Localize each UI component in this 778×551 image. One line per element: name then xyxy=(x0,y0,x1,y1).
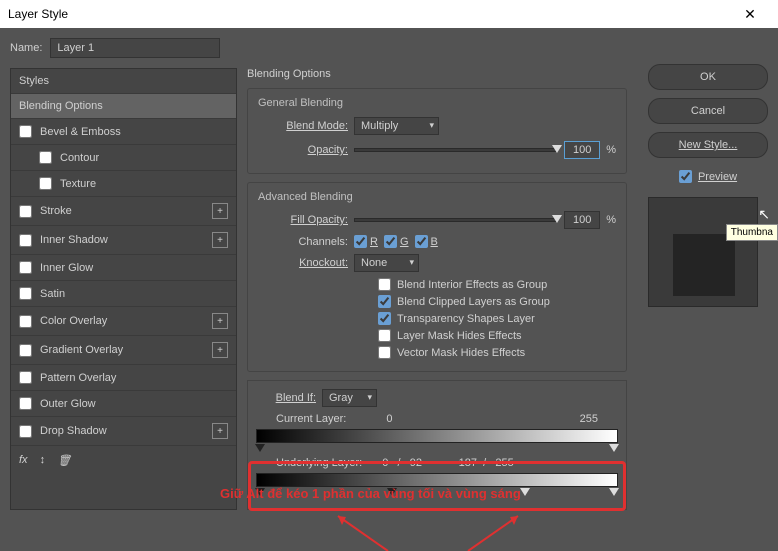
underlying-layer-label: Underlying Layer: xyxy=(276,457,362,469)
fill-unit: % xyxy=(606,214,616,226)
window-title: Layer Style xyxy=(8,7,68,21)
style-item-gradient-overlay[interactable]: Gradient Overlay+ xyxy=(11,336,236,365)
chk-interior[interactable]: Blend Interior Effects as Group xyxy=(378,278,616,291)
style-item-texture[interactable]: Texture xyxy=(11,171,236,197)
fx-menu[interactable]: fx xyxy=(19,454,28,467)
style-item-pattern-overlay[interactable]: Pattern Overlay xyxy=(11,365,236,391)
blending-options-panel: Blending Options General Blending Blend … xyxy=(247,68,627,510)
channels-label: Channels: xyxy=(258,236,348,248)
styles-panel: Styles Blending OptionsBevel & EmbossCon… xyxy=(10,68,237,510)
style-item-bevel-emboss[interactable]: Bevel & Emboss xyxy=(11,119,236,145)
knockout-dropdown[interactable]: None xyxy=(354,254,419,272)
general-blending-title: General Blending xyxy=(258,97,616,109)
name-label: Name: xyxy=(10,42,42,54)
knockout-label: Knockout: xyxy=(258,257,348,269)
opacity-unit: % xyxy=(606,144,616,156)
advanced-blending-group: Advanced Blending Fill Opacity: % Channe… xyxy=(247,182,627,372)
add-icon[interactable]: + xyxy=(212,342,228,358)
opacity-slider[interactable] xyxy=(354,148,558,152)
style-item-contour[interactable]: Contour xyxy=(11,145,236,171)
cancel-button[interactable]: Cancel xyxy=(648,98,768,124)
current-low: 0 xyxy=(386,413,392,425)
chk-vectormask[interactable]: Vector Mask Hides Effects xyxy=(378,346,616,359)
chk-transparency[interactable]: Transparency Shapes Layer xyxy=(378,312,616,325)
tooltip: Thumbna xyxy=(726,224,778,241)
close-button[interactable]: ✕ xyxy=(730,6,770,23)
chk-clipped[interactable]: Blend Clipped Layers as Group xyxy=(378,295,616,308)
underlying-values: 0 / 92 187 / 255 xyxy=(382,457,513,469)
current-layer-label: Current Layer: xyxy=(276,413,346,425)
channel-g[interactable]: G xyxy=(384,235,409,248)
blend-mode-dropdown[interactable]: Multiply xyxy=(354,117,439,135)
opacity-label: Opacity: xyxy=(258,144,348,156)
section-title: Blending Options xyxy=(247,68,627,80)
underlying-layer-slider[interactable] xyxy=(256,473,618,487)
current-high: 255 xyxy=(580,413,598,425)
blend-mode-label: Blend Mode: xyxy=(258,120,348,132)
current-layer-slider[interactable] xyxy=(256,429,618,443)
add-icon[interactable]: + xyxy=(212,313,228,329)
annotation-text: Giữ Alt để kéo 1 phần của vùng tối và vù… xyxy=(220,486,521,501)
style-item-stroke[interactable]: Stroke+ xyxy=(11,197,236,226)
style-item-drop-shadow[interactable]: Drop Shadow+ xyxy=(11,417,236,446)
opacity-input[interactable] xyxy=(564,141,600,159)
channel-b[interactable]: B xyxy=(415,235,438,248)
advanced-blending-title: Advanced Blending xyxy=(258,191,616,203)
trash-icon[interactable]: 🗑 xyxy=(57,454,71,467)
right-panel: OK Cancel New Style... Preview xyxy=(648,64,768,307)
blend-if-dropdown[interactable]: Gray xyxy=(322,389,377,407)
arrows-icon[interactable]: ↕ xyxy=(40,454,46,467)
add-icon[interactable]: + xyxy=(212,232,228,248)
fill-opacity-label: Fill Opacity: xyxy=(258,214,348,226)
style-item-satin[interactable]: Satin xyxy=(11,281,236,307)
title-bar: Layer Style ✕ xyxy=(0,0,778,28)
preview-thumbnail xyxy=(648,197,758,307)
new-style-button[interactable]: New Style... xyxy=(648,132,768,158)
chk-layermask[interactable]: Layer Mask Hides Effects xyxy=(378,329,616,342)
style-item-color-overlay[interactable]: Color Overlay+ xyxy=(11,307,236,336)
general-blending-group: General Blending Blend Mode: Multiply Op… xyxy=(247,88,627,174)
fill-opacity-slider[interactable] xyxy=(354,218,558,222)
style-item-outer-glow[interactable]: Outer Glow xyxy=(11,391,236,417)
add-icon[interactable]: + xyxy=(212,423,228,439)
layer-name-input[interactable] xyxy=(50,38,220,58)
cursor-icon: ↖ xyxy=(758,206,770,223)
style-item-inner-shadow[interactable]: Inner Shadow+ xyxy=(11,226,236,255)
fill-opacity-input[interactable] xyxy=(564,211,600,229)
ok-button[interactable]: OK xyxy=(648,64,768,90)
styles-header: Styles xyxy=(11,69,236,94)
style-item-blending-options[interactable]: Blending Options xyxy=(11,94,236,119)
channel-r[interactable]: R xyxy=(354,235,378,248)
blend-if-label: Blend If: xyxy=(256,392,316,404)
preview-checkbox[interactable]: Preview xyxy=(648,170,768,183)
style-item-inner-glow[interactable]: Inner Glow xyxy=(11,255,236,281)
add-icon[interactable]: + xyxy=(212,203,228,219)
